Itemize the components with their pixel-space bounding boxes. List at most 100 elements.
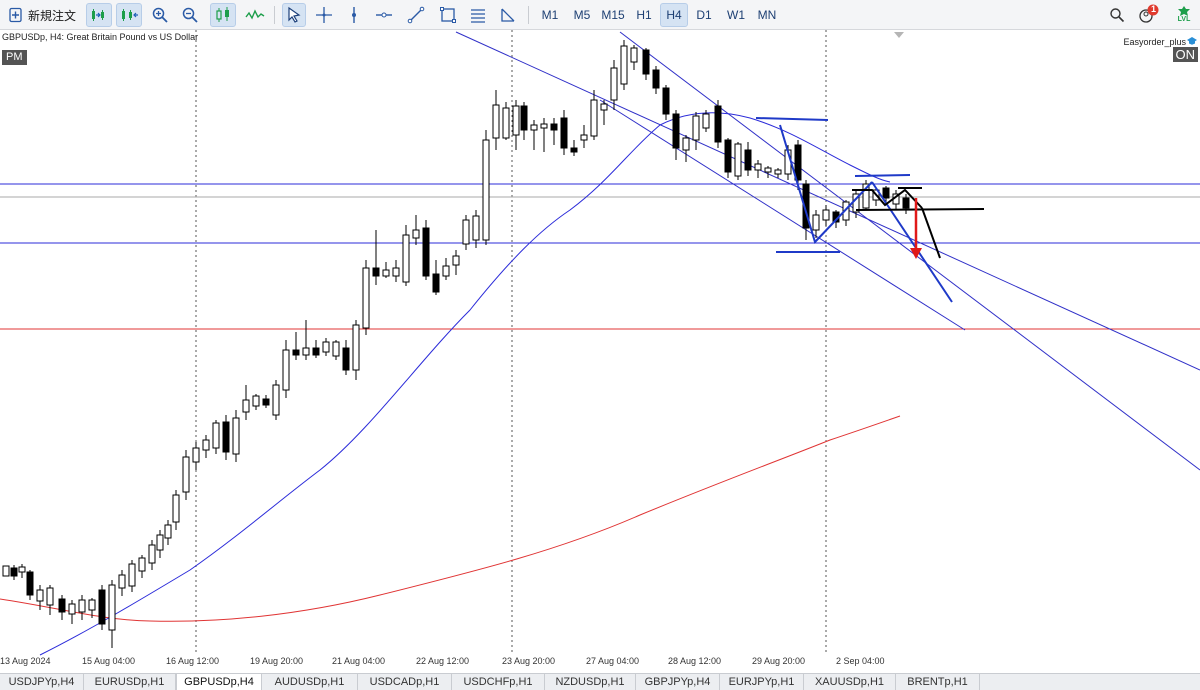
expert-advisor-name: Easyorder_plus (1123, 37, 1186, 47)
candle-body (18, 566, 26, 573)
new-order-button[interactable]: 新規注文 (4, 3, 80, 27)
timeframe-h1[interactable]: H1 (630, 3, 658, 27)
candle-body (662, 87, 670, 115)
candle-body (642, 49, 650, 75)
chart-tab[interactable]: NZDUSDp,H1 (545, 674, 636, 690)
chart-shift-button[interactable] (86, 3, 112, 27)
horizontal-line-tool-button[interactable] (372, 3, 396, 27)
candle-body (242, 399, 250, 413)
chart-tab[interactable]: EURJPYp,H1 (720, 674, 804, 690)
chart-tab[interactable]: GBPUSDp,H4 (176, 674, 262, 690)
candle-body (754, 163, 762, 171)
cursor-tool-button[interactable] (282, 3, 306, 27)
notifications-button[interactable]: 1 (1136, 3, 1162, 27)
fibonacci-tool-button[interactable] (466, 3, 490, 27)
candle-body (362, 267, 370, 329)
candle-body (682, 137, 690, 151)
candle-body (882, 187, 890, 199)
chart-tab[interactable]: BRENTp,H1 (896, 674, 980, 690)
new-order-icon (9, 7, 22, 23)
candle-body (590, 99, 598, 137)
crosshair-tool-button[interactable] (312, 3, 336, 27)
fibonacci-icon (471, 9, 485, 23)
timeframe-w1[interactable]: W1 (722, 3, 750, 27)
autoscroll-icon (122, 9, 138, 21)
candle-body (26, 571, 34, 596)
timeframe-d1[interactable]: D1 (690, 3, 718, 27)
level-icon (1178, 6, 1190, 16)
horizontal-line-icon (376, 12, 392, 18)
search-button[interactable] (1106, 3, 1128, 27)
trendline-tool-button[interactable] (404, 3, 428, 27)
candle-body (382, 269, 390, 277)
candle-body (36, 589, 44, 602)
candle-body (600, 103, 608, 111)
chart-tab[interactable]: USDCHFp,H1 (452, 674, 545, 690)
timeframe-m15[interactable]: M15 (598, 3, 628, 27)
account-icon (1139, 4, 1159, 23)
chart-title: GBPUSDp, H4: Great Britain Pound vs US D… (2, 32, 199, 42)
candle-body (192, 447, 200, 463)
candle-body (724, 139, 732, 173)
candle-body (580, 134, 588, 141)
autoscroll-button[interactable] (116, 3, 142, 27)
timeframe-m5[interactable]: M5 (568, 3, 596, 27)
timeframe-m1[interactable]: M1 (536, 3, 564, 27)
chart-tab[interactable]: XAUUSDp,H1 (804, 674, 896, 690)
candle-body (352, 324, 360, 371)
timeframe-h4[interactable]: H4 (660, 3, 688, 27)
expert-advisor-status: ON (1172, 47, 1198, 62)
candle-body (232, 417, 240, 455)
candlestick-mode-button[interactable] (210, 3, 236, 27)
main-toolbar: 新規注文 M1 M5 M15 H1 H4 D1 W1 MN 1 LVL (0, 0, 1200, 30)
price-chart[interactable] (0, 30, 1200, 673)
line-chart-button[interactable] (242, 3, 268, 27)
level-button[interactable]: LVL (1172, 3, 1196, 27)
candle-body (342, 347, 350, 371)
candle-body (78, 599, 86, 613)
time-axis-label: 22 Aug 12:00 (416, 656, 470, 666)
zoom-in-button[interactable] (148, 3, 172, 27)
candle-body (202, 439, 210, 451)
candle-body (520, 105, 528, 131)
expert-advisor-icon (1187, 37, 1197, 45)
candle-body (764, 167, 772, 173)
candle-body (774, 169, 782, 175)
chart-tab[interactable]: USDJPYp,H4 (0, 674, 84, 690)
chart-tab[interactable]: EURUSDp,H1 (84, 674, 176, 690)
candle-body (262, 398, 270, 406)
chart-tab[interactable]: AUDUSDp,H1 (262, 674, 358, 690)
zoom-out-button[interactable] (178, 3, 202, 27)
candle-body (432, 273, 440, 293)
candle-body (452, 255, 460, 266)
timeframe-mn[interactable]: MN (752, 3, 782, 27)
candle-body (212, 422, 220, 449)
candle-body (672, 113, 680, 149)
candle-body (46, 587, 54, 606)
chart-tab[interactable]: USDCADp,H1 (358, 674, 452, 690)
chart-shift-icon (92, 9, 104, 21)
chart-area[interactable]: GBPUSDp, H4: Great Britain Pound vs US D… (0, 30, 1200, 673)
time-axis-label: 19 Aug 20:00 (250, 656, 304, 666)
level-label: LVL (1177, 16, 1191, 23)
candle-body (156, 534, 164, 551)
candle-body (442, 265, 450, 277)
time-axis-label: 15 Aug 04:00 (82, 656, 136, 666)
channel-line-middle (619, 31, 1200, 471)
candle-body (88, 599, 96, 611)
time-axis-label: 13 Aug 2024 (0, 656, 51, 666)
chart-tab[interactable]: GBPJPYp,H4 (636, 674, 720, 690)
crosshair-icon (316, 7, 332, 23)
candle-body (128, 563, 136, 587)
trendline-icon (407, 6, 425, 24)
objects-tool-button[interactable] (496, 3, 520, 27)
candle-body (550, 123, 558, 131)
shapes-tool-button[interactable] (436, 3, 460, 27)
candle-body (138, 557, 146, 572)
candle-body (322, 341, 330, 353)
zoom-out-icon (182, 7, 198, 23)
vertical-line-tool-button[interactable] (342, 3, 366, 27)
candle-body (2, 565, 10, 577)
cursor-icon (288, 6, 301, 23)
candle-body (148, 544, 156, 564)
